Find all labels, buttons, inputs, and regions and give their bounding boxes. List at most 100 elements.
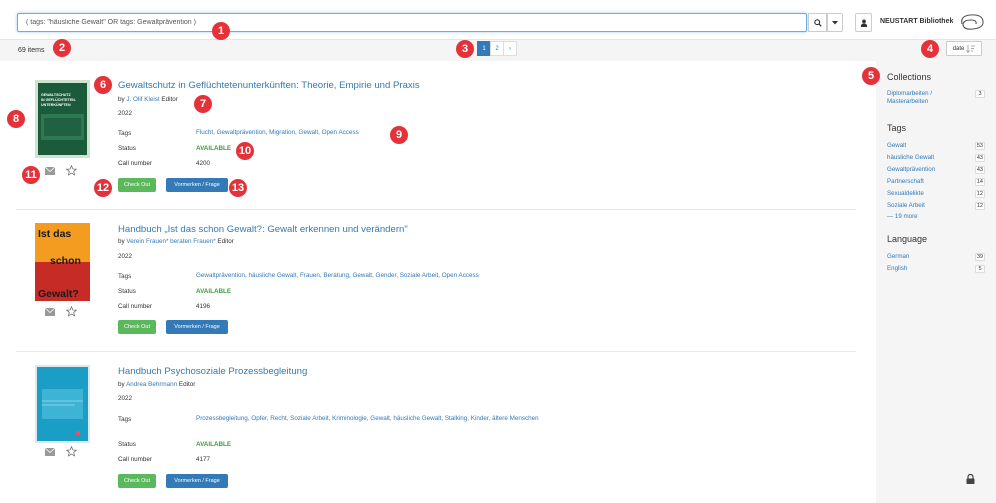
by-label: by (118, 238, 125, 245)
facet-tag-item[interactable]: Sexualdelikte 12 (887, 190, 985, 198)
star-icon[interactable] (66, 165, 77, 176)
tags-label: Tags (118, 416, 132, 423)
star-icon[interactable] (66, 306, 77, 317)
sort-label: date (952, 45, 965, 52)
annotation-marker: 4 (921, 40, 939, 58)
facet-label: English (887, 265, 908, 272)
result-count: 69 items (18, 47, 45, 54)
envelope-icon[interactable] (45, 166, 55, 175)
facet-language-item[interactable]: German 39 (887, 253, 985, 261)
book-cover[interactable]: Ist das schon Gewalt? (35, 223, 90, 301)
checkout-button[interactable]: Check Out (118, 178, 156, 192)
tags-label: Tags (118, 130, 132, 137)
item-title-link[interactable]: Gewaltschutz in Geflüchtetenunterkünften… (118, 80, 420, 91)
language-heading: Language (887, 234, 928, 244)
facet-tag-item[interactable]: Gewalt 53 (887, 142, 985, 150)
facet-collection-item[interactable]: Diplomarbeiten / Masterarbeiten 3 (887, 90, 985, 106)
facet-label: Diplomarbeiten / Masterarbeiten (887, 90, 933, 105)
item-actions (45, 165, 77, 176)
status-label: Status (118, 145, 136, 152)
search-button[interactable] (808, 13, 827, 32)
facet-sidebar: Collections Diplomarbeiten / Masterarbei… (876, 61, 996, 503)
book-cover[interactable] (35, 365, 90, 443)
facet-label: Gewalt (887, 142, 907, 149)
sort-button[interactable]: date (946, 41, 982, 56)
facet-label: Soziale Arbeit (887, 202, 925, 209)
annotation-marker: 1 (212, 22, 230, 40)
annotation-marker: 5 (862, 67, 880, 85)
item-actions (45, 446, 77, 457)
pagination: 1 2 › (477, 41, 517, 56)
annotation-marker: 3 (456, 40, 474, 58)
item-title-link[interactable]: Handbuch Psychosoziale Prozessbegleitung (118, 366, 307, 377)
annotation-marker: 8 (7, 110, 25, 128)
brand-logo[interactable] (958, 12, 986, 32)
annotation-marker: 9 (390, 126, 408, 144)
call-number-value: 4177 (196, 456, 211, 463)
item-year: 2022 (118, 253, 133, 260)
item-year: 2022 (118, 110, 133, 117)
facet-count: 12 (974, 202, 985, 210)
item-tags[interactable]: Prozessbegleitung, Opfer, Recht, Soziale… (196, 414, 561, 424)
svg-text:GEWALTSCHUTZ: GEWALTSCHUTZ (41, 93, 71, 97)
status-label: Status (118, 441, 136, 448)
facet-label: Sexualdelikte (887, 190, 924, 197)
call-number-value: 4200 (196, 160, 211, 167)
call-number-label: Call number (118, 160, 152, 167)
item-year: 2022 (118, 395, 133, 402)
svg-text:schon: schon (50, 255, 81, 267)
search-box[interactable] (17, 13, 807, 32)
star-icon[interactable] (66, 446, 77, 457)
item-divider (16, 351, 856, 352)
facet-tag-item[interactable]: Partnerschaft 14 (887, 178, 985, 186)
tags-heading: Tags (887, 123, 907, 133)
annotation-marker: 7 (194, 95, 212, 113)
checkout-button[interactable]: Check Out (118, 474, 156, 488)
facet-tag-item[interactable]: Gewaltprävention 43 (887, 166, 985, 174)
call-number-label: Call number (118, 303, 152, 310)
item-title-link[interactable]: Handbuch „Ist das schon Gewalt?: Gewalt … (118, 224, 408, 235)
by-label: by (118, 381, 125, 388)
brand-name: NEUSTART Bibliothek (880, 18, 954, 25)
tags-label: Tags (118, 273, 132, 280)
user-icon (860, 19, 867, 27)
reserve-button[interactable]: Vormerken / Frage (166, 474, 228, 488)
annotation-marker: 11 (22, 166, 40, 184)
facet-tag-item[interactable]: häusliche Gewalt 43 (887, 154, 985, 162)
tags-more-link[interactable]: — 19 more (887, 213, 918, 220)
item-byline: by Andrea Behrmann Editor (118, 381, 195, 388)
author-link[interactable]: Andrea Behrmann (126, 381, 177, 388)
reserve-button[interactable]: Vormerken / Frage (166, 178, 228, 192)
role-label: Editor (161, 96, 178, 103)
item-byline: by J. Olif Kleist Editor (118, 96, 178, 103)
page-1-button[interactable]: 1 (477, 41, 491, 56)
envelope-icon[interactable] (45, 447, 55, 456)
facet-language-item[interactable]: English 5 (887, 265, 985, 273)
envelope-icon[interactable] (45, 307, 55, 316)
search-options-button[interactable] (827, 13, 843, 32)
page-2-button[interactable]: 2 (490, 41, 504, 56)
status-available: AVAILABLE (196, 288, 232, 295)
facet-count: 5 (975, 265, 985, 273)
author-link[interactable]: Verein Frauen* beraten Frauen* (126, 238, 215, 245)
role-label: Editor (217, 238, 234, 245)
facet-count: 14 (974, 178, 985, 186)
next-page-button[interactable]: › (503, 41, 517, 56)
author-link[interactable]: J. Olif Kleist (126, 96, 159, 103)
search-input[interactable] (18, 14, 806, 31)
status-available: AVAILABLE (196, 145, 232, 152)
reserve-button[interactable]: Vormerken / Frage (166, 320, 228, 334)
annotation-marker: 12 (94, 179, 112, 197)
collections-heading: Collections (887, 72, 932, 82)
call-number-label: Call number (118, 456, 152, 463)
role-label: Editor (178, 381, 196, 388)
caret-down-icon (832, 20, 838, 24)
user-button[interactable] (855, 13, 872, 32)
sort-descending-icon (966, 44, 976, 53)
facet-label: häusliche Gewalt (887, 154, 935, 161)
book-cover[interactable]: GEWALTSCHUTZ IN GEFLÜCHTETEN- UNTERKÜNFT… (35, 80, 90, 158)
item-tags[interactable]: Gewaltprävention, häusliche Gewalt, Frau… (196, 271, 616, 281)
checkout-button[interactable]: Check Out (118, 320, 156, 334)
lock-icon[interactable] (966, 474, 975, 484)
facet-tag-item[interactable]: Soziale Arbeit 12 (887, 202, 985, 210)
